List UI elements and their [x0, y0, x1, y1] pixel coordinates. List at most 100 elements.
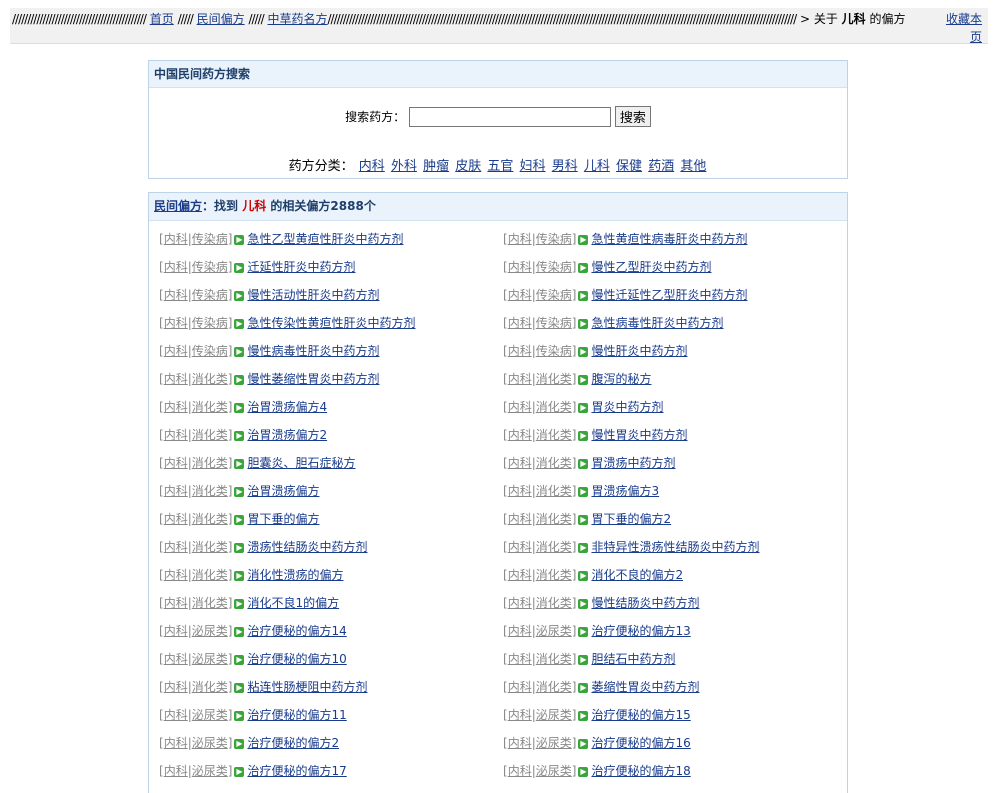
category-link-pifu[interactable]: 皮肤 [455, 159, 481, 174]
result-title-link[interactable]: 治疗便秘的偏方11 [247, 708, 346, 722]
result-subcategory-link[interactable]: 消化类 [536, 652, 572, 666]
result-category-link[interactable]: 内科 [164, 316, 188, 330]
result-subcategory-link[interactable]: 消化类 [536, 540, 572, 554]
result-title-link[interactable]: 慢性肝炎中药方剂 [591, 344, 687, 358]
result-category-link[interactable]: 内科 [164, 540, 188, 554]
breadcrumb-herbal-link[interactable]: 中草药名方 [268, 12, 328, 26]
result-title-link[interactable]: 溃疡性结肠炎中药方剂 [247, 540, 367, 554]
result-subcategory-link[interactable]: 消化类 [536, 596, 572, 610]
category-link-fuke[interactable]: 妇科 [520, 159, 546, 174]
result-subcategory-link[interactable]: 传染病 [192, 232, 228, 246]
result-category-link[interactable]: 内科 [164, 400, 188, 414]
result-category-link[interactable]: 内科 [164, 372, 188, 386]
category-link-baojian[interactable]: 保健 [616, 159, 642, 174]
result-title-link[interactable]: 慢性乙型肝炎中药方剂 [591, 260, 711, 274]
result-title-link[interactable]: 胃溃疡偏方3 [591, 484, 659, 498]
result-subcategory-link[interactable]: 消化类 [192, 400, 228, 414]
result-title-link[interactable]: 慢性病毒性肝炎中药方剂 [247, 344, 379, 358]
result-title-link[interactable]: 非特异性溃疡性结肠炎中药方剂 [591, 540, 759, 554]
search-button[interactable]: 搜索 [614, 106, 651, 127]
search-input[interactable] [409, 106, 611, 127]
result-title-link[interactable]: 治胃溃疡偏方2 [247, 428, 327, 442]
result-category-link[interactable]: 内科 [508, 316, 532, 330]
result-category-link[interactable]: 内科 [508, 400, 532, 414]
result-title-link[interactable]: 腹泻的秘方 [591, 372, 651, 386]
result-title-link[interactable]: 迁延性肝炎中药方剂 [247, 260, 355, 274]
result-subcategory-link[interactable]: 泌尿类 [192, 708, 228, 722]
category-link-waike[interactable]: 外科 [391, 159, 417, 174]
result-title-link[interactable]: 治疗便秘的偏方10 [247, 652, 346, 666]
result-category-link[interactable]: 内科 [164, 260, 188, 274]
result-category-link[interactable]: 内科 [164, 512, 188, 526]
category-link-qita[interactable]: 其他 [680, 159, 706, 174]
result-title-link[interactable]: 慢性结肠炎中药方剂 [591, 596, 699, 610]
result-category-link[interactable]: 内科 [164, 708, 188, 722]
result-subcategory-link[interactable]: 泌尿类 [192, 624, 228, 638]
category-link-wuguan[interactable]: 五官 [487, 159, 513, 174]
result-title-link[interactable]: 治疗便秘的偏方2 [247, 736, 339, 750]
result-category-link[interactable]: 内科 [508, 484, 532, 498]
result-category-link[interactable]: 内科 [164, 624, 188, 638]
result-subcategory-link[interactable]: 传染病 [536, 344, 572, 358]
result-subcategory-link[interactable]: 消化类 [192, 484, 228, 498]
result-subcategory-link[interactable]: 消化类 [536, 484, 572, 498]
result-subcategory-link[interactable]: 传染病 [536, 260, 572, 274]
result-subcategory-link[interactable]: 消化类 [536, 456, 572, 470]
result-title-link[interactable]: 急性乙型黄疸性肝炎中药方剂 [247, 232, 403, 246]
result-subcategory-link[interactable]: 传染病 [536, 232, 572, 246]
result-title-link[interactable]: 治疗便秘的偏方13 [591, 624, 690, 638]
result-subcategory-link[interactable]: 传染病 [536, 316, 572, 330]
result-title-link[interactable]: 急性传染性黄疸性肝炎中药方剂 [247, 316, 415, 330]
result-category-link[interactable]: 内科 [508, 652, 532, 666]
result-category-link[interactable]: 内科 [508, 428, 532, 442]
result-subcategory-link[interactable]: 泌尿类 [192, 736, 228, 750]
result-subcategory-link[interactable]: 泌尿类 [192, 652, 228, 666]
result-category-link[interactable]: 内科 [508, 708, 532, 722]
result-subcategory-link[interactable]: 消化类 [192, 372, 228, 386]
result-subcategory-link[interactable]: 消化类 [192, 568, 228, 582]
result-title-link[interactable]: 治疗便秘的偏方14 [247, 624, 346, 638]
category-link-erke[interactable]: 儿科 [584, 159, 610, 174]
result-category-link[interactable]: 内科 [508, 372, 532, 386]
result-title-link[interactable]: 消化不良1的偏方 [247, 596, 339, 610]
result-category-link[interactable]: 内科 [508, 680, 532, 694]
result-category-link[interactable]: 内科 [508, 596, 532, 610]
category-link-yaojiu[interactable]: 药酒 [648, 159, 674, 174]
result-subcategory-link[interactable]: 传染病 [192, 288, 228, 302]
result-subcategory-link[interactable]: 消化类 [192, 540, 228, 554]
result-category-link[interactable]: 内科 [508, 344, 532, 358]
category-link-zhongliu[interactable]: 肿瘤 [423, 159, 449, 174]
result-subcategory-link[interactable]: 泌尿类 [536, 736, 572, 750]
result-title-link[interactable]: 萎缩性胃炎中药方剂 [591, 680, 699, 694]
result-title-link[interactable]: 慢性胃炎中药方剂 [591, 428, 687, 442]
result-category-link[interactable]: 内科 [164, 736, 188, 750]
result-subcategory-link[interactable]: 消化类 [536, 372, 572, 386]
result-category-link[interactable]: 内科 [508, 260, 532, 274]
result-title-link[interactable]: 治胃溃疡偏方4 [247, 400, 327, 414]
result-subcategory-link[interactable]: 消化类 [536, 680, 572, 694]
result-subcategory-link[interactable]: 传染病 [192, 344, 228, 358]
result-category-link[interactable]: 内科 [508, 456, 532, 470]
result-title-link[interactable]: 急性病毒性肝炎中药方剂 [591, 316, 723, 330]
result-subcategory-link[interactable]: 传染病 [536, 288, 572, 302]
result-title-link[interactable]: 胃溃疡中药方剂 [591, 456, 675, 470]
result-title-link[interactable]: 消化不良的偏方2 [591, 568, 683, 582]
category-link-nanke[interactable]: 男科 [552, 159, 578, 174]
result-subcategory-link[interactable]: 消化类 [192, 680, 228, 694]
result-category-link[interactable]: 内科 [508, 540, 532, 554]
result-title-link[interactable]: 胆结石中药方剂 [591, 652, 675, 666]
result-category-link[interactable]: 内科 [508, 232, 532, 246]
result-subcategory-link[interactable]: 传染病 [192, 260, 228, 274]
results-folk-link[interactable]: 民间偏方 [154, 199, 202, 213]
bookmark-link[interactable]: 收藏本页 [940, 10, 982, 46]
result-subcategory-link[interactable]: 消化类 [192, 456, 228, 470]
result-category-link[interactable]: 内科 [164, 456, 188, 470]
result-subcategory-link[interactable]: 泌尿类 [536, 708, 572, 722]
result-title-link[interactable]: 慢性活动性肝炎中药方剂 [247, 288, 379, 302]
result-subcategory-link[interactable]: 消化类 [192, 512, 228, 526]
result-subcategory-link[interactable]: 消化类 [536, 568, 572, 582]
result-category-link[interactable]: 内科 [164, 232, 188, 246]
result-subcategory-link[interactable]: 泌尿类 [536, 624, 572, 638]
result-category-link[interactable]: 内科 [508, 568, 532, 582]
result-category-link[interactable]: 内科 [508, 288, 532, 302]
